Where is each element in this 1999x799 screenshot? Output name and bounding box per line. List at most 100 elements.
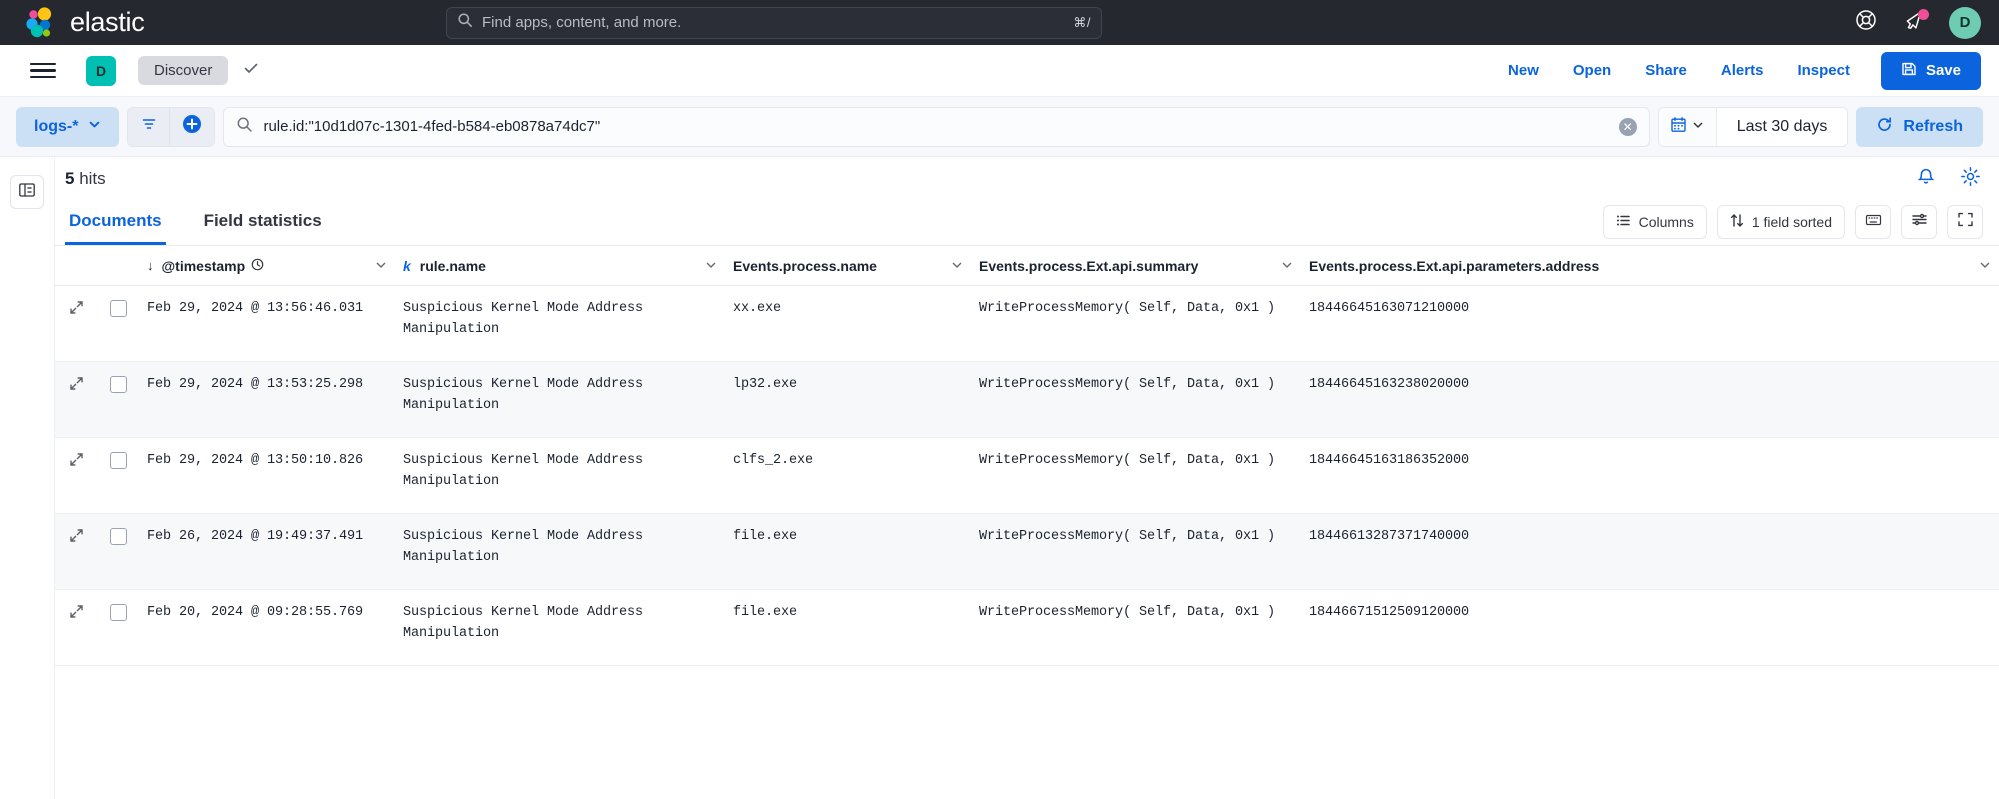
cell-rule-name: Suspicious Kernel Mode Address Manipulat… — [395, 514, 725, 589]
hamburger-line — [30, 69, 56, 71]
expand-row-cell — [55, 590, 97, 665]
header-column-api-summary[interactable]: Events.process.Ext.api.summary — [971, 246, 1301, 285]
columns-button[interactable]: Columns — [1603, 205, 1707, 239]
fullscreen-button[interactable] — [1947, 205, 1983, 239]
news-feed-button[interactable] — [1901, 10, 1927, 36]
row-checkbox[interactable] — [110, 300, 127, 317]
refresh-label: Refresh — [1903, 118, 1963, 136]
query-input[interactable]: rule.id:"10d1d07c-1301-4fed-b584-eb0878a… — [223, 107, 1649, 147]
chevron-down-icon[interactable] — [705, 258, 717, 274]
sidebar-panel-icon — [18, 181, 36, 204]
fullscreen-icon — [1957, 211, 1974, 233]
select-row-cell — [97, 590, 139, 665]
chevron-down-icon[interactable] — [1979, 258, 1991, 274]
saved-check-icon[interactable] — [242, 59, 260, 82]
query-text: rule.id:"10d1d07c-1301-4fed-b584-eb0878a… — [263, 118, 1608, 135]
time-picker: Last 30 days — [1658, 107, 1849, 147]
header-column-process-name[interactable]: Events.process.name — [725, 246, 971, 285]
header-column-address[interactable]: Events.process.Ext.api.parameters.addres… — [1301, 246, 1999, 285]
dataview-label: logs-* — [34, 118, 78, 136]
nav-link-new[interactable]: New — [1491, 62, 1556, 79]
expand-row-icon[interactable] — [69, 376, 84, 394]
expand-row-cell — [55, 362, 97, 437]
nav-link-share[interactable]: Share — [1628, 62, 1704, 79]
date-quick-select-button[interactable] — [1659, 108, 1717, 146]
header-actions: D — [1853, 7, 1981, 39]
cell-timestamp: Feb 20, 2024 @ 09:28:55.769 — [139, 590, 395, 665]
cell-api-summary: WriteProcessMemory( Self, Data, 0x1 ) — [971, 286, 1301, 361]
clock-icon — [251, 258, 264, 274]
cell-api-summary: WriteProcessMemory( Self, Data, 0x1 ) — [971, 438, 1301, 513]
columns-label: Columns — [1639, 214, 1694, 230]
expand-row-cell — [55, 514, 97, 589]
global-search-input[interactable]: Find apps, content, and more. ⌘/ — [446, 7, 1102, 39]
refresh-button[interactable]: Refresh — [1856, 107, 1983, 147]
header-column-timestamp[interactable]: ↓ @timestamp — [139, 246, 395, 285]
expand-row-icon[interactable] — [69, 604, 84, 622]
select-row-cell — [97, 438, 139, 513]
list-icon — [1616, 213, 1631, 231]
elastic-brand[interactable]: elastic — [24, 7, 144, 39]
breadcrumb-discover[interactable]: Discover — [138, 56, 228, 85]
header-process-name-label: Events.process.name — [733, 258, 877, 274]
lifebuoy-icon — [1855, 9, 1877, 36]
row-checkbox[interactable] — [110, 604, 127, 621]
user-avatar[interactable]: D — [1949, 7, 1981, 39]
row-height-button[interactable] — [1901, 205, 1937, 239]
dataview-selector[interactable]: logs-* — [16, 107, 119, 147]
row-checkbox[interactable] — [110, 376, 127, 393]
space-badge[interactable]: D — [86, 56, 116, 86]
nav-link-inspect[interactable]: Inspect — [1780, 62, 1867, 79]
expand-row-icon[interactable] — [69, 528, 84, 546]
table-row[interactable]: Feb 29, 2024 @ 13:53:25.298 Suspicious K… — [55, 362, 1999, 438]
gear-icon[interactable] — [1960, 166, 1981, 192]
tab-field-statistics[interactable]: Field statistics — [200, 211, 326, 245]
query-search-icon — [236, 116, 253, 138]
cell-address: 18446613287371740000 — [1301, 514, 1999, 589]
global-header: elastic Find apps, content, and more. ⌘/ — [0, 0, 1999, 45]
alerts-bell-icon[interactable] — [1916, 167, 1936, 192]
nav-link-open[interactable]: Open — [1556, 62, 1628, 79]
table-row[interactable]: Feb 29, 2024 @ 13:50:10.826 Suspicious K… — [55, 438, 1999, 514]
chevron-down-icon[interactable] — [375, 258, 387, 274]
clear-query-button[interactable]: ✕ — [1619, 118, 1637, 136]
chevron-down-icon[interactable] — [951, 258, 963, 274]
row-density-icon — [1911, 211, 1928, 233]
cell-timestamp: Feb 29, 2024 @ 13:56:46.031 — [139, 286, 395, 361]
app-navigation-bar: D Discover New Open Share Alerts Inspect… — [0, 45, 1999, 97]
tab-documents[interactable]: Documents — [65, 211, 166, 245]
chevron-down-icon[interactable] — [1281, 258, 1293, 274]
cell-address: 18446645163238020000 — [1301, 362, 1999, 437]
select-row-cell — [97, 514, 139, 589]
sort-fields-button[interactable]: 1 field sorted — [1717, 205, 1845, 239]
table-row[interactable]: Feb 26, 2024 @ 19:49:37.491 Suspicious K… — [55, 514, 1999, 590]
time-range-label[interactable]: Last 30 days — [1717, 108, 1848, 146]
table-row[interactable]: Feb 20, 2024 @ 09:28:55.769 Suspicious K… — [55, 590, 1999, 666]
sort-descending-icon: ↓ — [147, 258, 154, 273]
expand-row-icon[interactable] — [69, 452, 84, 470]
expand-row-cell — [55, 286, 97, 361]
cell-process-name: file.exe — [725, 590, 971, 665]
header-expand-column — [55, 246, 97, 285]
plus-circle-icon — [181, 113, 203, 140]
sort-label: 1 field sorted — [1752, 214, 1832, 230]
toggle-field-sidebar-button[interactable] — [10, 175, 44, 209]
row-checkbox[interactable] — [110, 528, 127, 545]
keyboard-shortcuts-button[interactable] — [1855, 205, 1891, 239]
save-button[interactable]: Save — [1881, 52, 1981, 90]
expand-row-cell — [55, 438, 97, 513]
header-api-summary-label: Events.process.Ext.api.summary — [979, 258, 1198, 274]
filter-options-button[interactable] — [128, 108, 170, 146]
hits-row: 5 hits — [55, 157, 1999, 201]
nav-link-alerts[interactable]: Alerts — [1704, 62, 1781, 79]
table-row[interactable]: Feb 29, 2024 @ 13:56:46.031 Suspicious K… — [55, 286, 1999, 362]
menu-toggle-button[interactable] — [30, 56, 60, 86]
save-disk-icon — [1901, 61, 1917, 81]
help-button[interactable] — [1853, 10, 1879, 36]
cell-rule-name: Suspicious Kernel Mode Address Manipulat… — [395, 362, 725, 437]
expand-row-icon[interactable] — [69, 300, 84, 318]
header-column-rule-name[interactable]: k rule.name — [395, 246, 725, 285]
add-filter-button[interactable] — [170, 108, 214, 146]
row-checkbox[interactable] — [110, 452, 127, 469]
cell-address: 18446645163186352000 — [1301, 438, 1999, 513]
